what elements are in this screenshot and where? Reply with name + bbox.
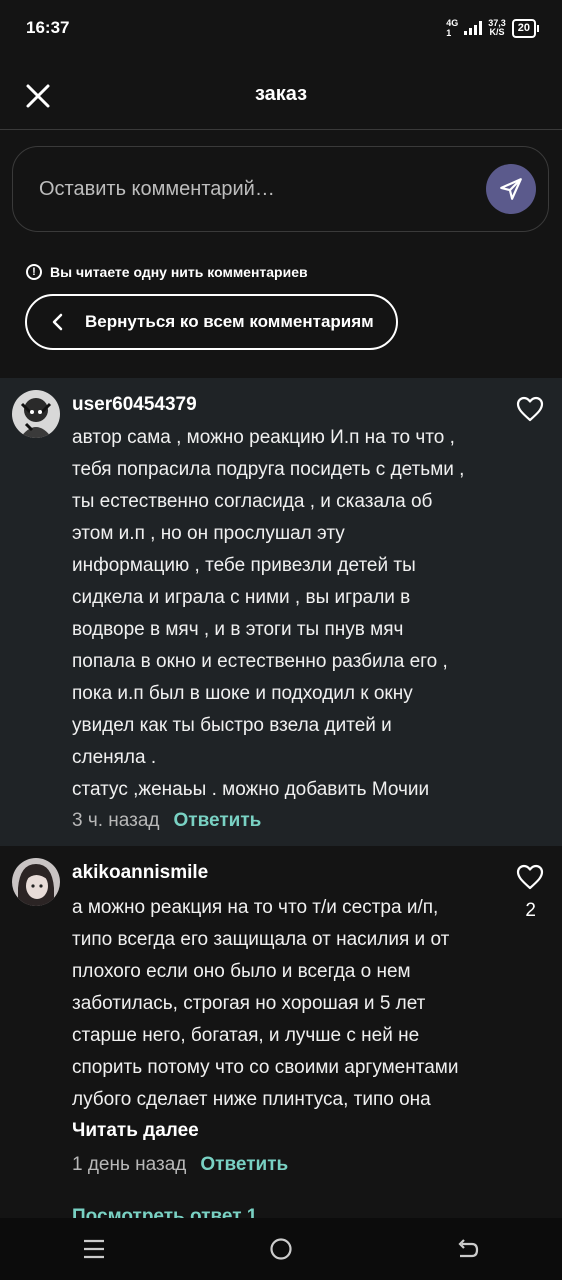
network-type: 4G 1 [446, 18, 458, 38]
comment-line: информацию , тебе привезли детей ты [72, 555, 416, 576]
read-more-link[interactable]: Читать далее [72, 1120, 199, 1142]
send-button[interactable] [486, 164, 536, 214]
send-icon [500, 178, 522, 200]
like-button[interactable] [516, 864, 544, 890]
home-icon[interactable] [269, 1237, 293, 1261]
comment-line: ты естественно согласида , и сказала об [72, 491, 433, 512]
reply-button[interactable]: Ответить [174, 810, 262, 832]
comment-line: лубого сделает ниже плинтуса, типо она [72, 1089, 431, 1110]
status-time: 16:37 [26, 18, 70, 37]
back-icon[interactable] [456, 1238, 480, 1260]
chevron-left-icon [52, 313, 63, 331]
comment-line: тебя попрасила подруга посидеть с детьми… [72, 459, 465, 480]
network-speed: 37,3 K/S [488, 19, 506, 37]
comment-line: а можно реакция на то что т/и сестра и/п… [72, 897, 439, 918]
heart-icon [516, 864, 544, 890]
system-nav-bar [0, 1218, 562, 1280]
comment-text: а можно реакция на то что т/и сестра и/п… [72, 892, 492, 1116]
signal-icon [464, 21, 483, 35]
comment-input[interactable] [37, 176, 486, 202]
comment-item: user60454379 автор сама , можно реакцию … [0, 378, 562, 846]
status-bar: 16:37 4G 1 37,3 K/S 20 [0, 0, 562, 56]
comment-line: увидел как ты быстро взела дитей и [72, 715, 392, 736]
close-icon [26, 84, 50, 108]
comment-line: статус ,женаьы . можно добавить Мочии [72, 779, 430, 800]
comment-line: сленяла . [72, 747, 157, 768]
username[interactable]: user60454379 [72, 394, 197, 416]
comment-time: 3 ч. назад [72, 810, 160, 831]
comment-time: 1 день назад [72, 1154, 187, 1175]
network-sub-label: 1 [446, 28, 452, 38]
username[interactable]: akikoannismile [72, 862, 208, 884]
comment-meta: 1 день назад Ответить [72, 1154, 288, 1176]
status-icons: 4G 1 37,3 K/S 20 [446, 18, 540, 38]
avatar[interactable] [12, 390, 60, 438]
avatar-image [12, 390, 60, 438]
info-icon: ! [26, 264, 42, 280]
comment-line: водворе в мяч , и в этоги ты пнув мяч [72, 619, 404, 640]
close-button[interactable] [24, 82, 52, 110]
avatar[interactable] [12, 858, 60, 906]
battery-level: 20 [517, 21, 530, 34]
comment-line: старше него, богатая, и лучше с ней не [72, 1025, 420, 1046]
thread-note: ! Вы читаете одну нить комментариев [26, 264, 308, 280]
comment-line: спорить потому что со своими аргументами [72, 1057, 459, 1078]
comment-line: типо всегда его защищала от насилия и от [72, 929, 450, 950]
avatar-image [12, 858, 60, 906]
network-type-label: 4G [446, 18, 459, 28]
like-button[interactable] [516, 396, 544, 422]
battery-icon: 20 [511, 18, 540, 38]
menu-icon[interactable] [82, 1238, 106, 1260]
comment-line: этом и.п , но он прослушал эту [72, 523, 345, 544]
header: заказ [0, 60, 562, 130]
page-title: заказ [254, 83, 308, 105]
reply-button[interactable]: Ответить [200, 1154, 288, 1176]
comment-meta: 3 ч. назад Ответить [72, 810, 261, 832]
comment-item: akikoannismile 2 а можно реакция на то ч… [0, 846, 562, 1227]
comment-text: автор сама , можно реакцию И.п на то что… [72, 422, 492, 806]
comment-line: сидкела и играла с ними , вы играли в [72, 587, 411, 608]
comment-line: плохого если оно было и всегда о нем [72, 961, 411, 982]
heart-icon [516, 396, 544, 422]
back-button-label: Вернуться ко всем комментариям [85, 312, 374, 331]
thread-note-text: Вы читаете одну нить комментариев [50, 264, 308, 280]
speed-unit: K/S [489, 27, 505, 37]
like-count: 2 [525, 900, 536, 921]
comment-line: автор сама , можно реакцию И.п на то что… [72, 427, 455, 448]
back-to-all-comments-button[interactable]: Вернуться ко всем комментариям [25, 294, 398, 350]
comment-line: заботилась, строгая но хорошая и 5 лет [72, 993, 426, 1014]
comment-box [12, 146, 549, 232]
comment-line: пока и.п был в шоке и подходил к окну [72, 683, 413, 704]
comment-line: попала в окно и естественно разбила его … [72, 651, 448, 672]
